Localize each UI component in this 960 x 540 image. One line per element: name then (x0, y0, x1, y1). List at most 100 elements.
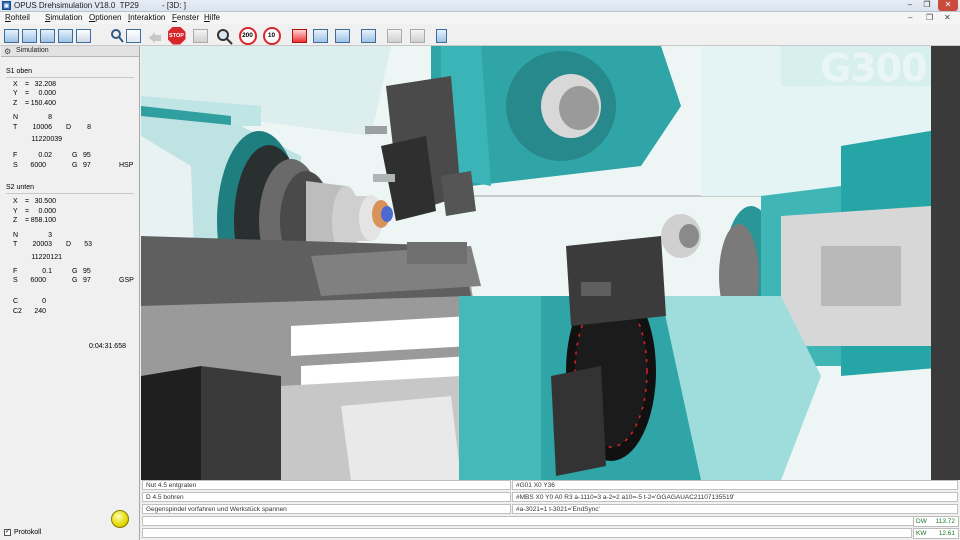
gear-icon: ⚙ (4, 47, 12, 56)
log-nc-code[interactable]: #MBS X0 Y0 A0 R3 a-1110=3 a-2=2 a10=-5 t… (512, 492, 958, 502)
protokoll-checkbox[interactable]: ✓ (4, 529, 11, 536)
s1-d-label: D (66, 124, 72, 131)
close-button[interactable]: ✕ (938, 0, 958, 11)
s1-x-label: X (13, 81, 18, 88)
lower-tool-holder (566, 236, 666, 326)
s2-f-value: 0.1 (42, 268, 52, 275)
speed-200-button[interactable]: 200 (238, 26, 257, 45)
s2-d-value: 53 (84, 241, 92, 248)
s1-y-value: 0.000 (38, 90, 56, 97)
s1-x-value: 32.208 (34, 81, 56, 88)
doc-close-button[interactable]: ✕ (944, 13, 951, 22)
s1-title: S1 oben (6, 68, 33, 75)
turret-alt-icon[interactable] (359, 26, 378, 45)
grid-view-icon[interactable] (2, 26, 21, 45)
zoom-icon[interactable] (214, 26, 233, 45)
doc-restore-button[interactable]: ❐ (926, 13, 933, 22)
s2-y-value: 0.000 (38, 208, 56, 215)
status-lamp-icon[interactable] (111, 510, 129, 528)
s1-s-label: S (13, 162, 18, 169)
s1-t-value: 10006 (32, 124, 52, 131)
s2-c-value: 0 (42, 298, 46, 305)
s2-z-label: Z (13, 217, 18, 224)
s2-g1-label: G (72, 268, 78, 275)
s2-tool-id: 11220121 (31, 254, 62, 261)
s1-s-value: 6000 (30, 162, 46, 169)
menu-simulation[interactable]: Simulation (45, 13, 82, 22)
s1-tool-id: 11220039 (31, 136, 62, 143)
left-panel: ⚙ Simulation S1 oben X = 32.208 Y = 0.00… (0, 46, 140, 540)
log-step-text[interactable]: D 4.5 bohren (142, 492, 511, 502)
s2-t-value: 20003 (32, 241, 52, 248)
s1-y-label: Y (13, 90, 18, 97)
rectangle-view-icon[interactable] (56, 26, 75, 45)
doc-minimize-button[interactable]: – (908, 13, 912, 22)
log-step-text[interactable] (142, 528, 912, 538)
s1-z-value: 150.400 (30, 100, 56, 107)
log-step-text[interactable]: Gegenspindel vorfahren und Werkstück spa… (142, 504, 511, 514)
exit-door-icon[interactable] (432, 26, 451, 45)
stop-button[interactable]: STOP (167, 26, 186, 45)
s1-n-label: N (13, 114, 19, 121)
s1-g2-value: 97 (83, 162, 91, 169)
rewind-icon[interactable] (145, 26, 164, 45)
table-view-icon[interactable] (20, 26, 39, 45)
machine-3d-scene (141, 46, 960, 480)
help-pointer-icon[interactable] (124, 26, 143, 45)
restore-button[interactable]: ❐ (920, 0, 934, 11)
s2-t-label: T (13, 241, 18, 248)
channel-sync-icon[interactable] (290, 26, 309, 45)
menu-rohteil[interactable]: Rohteil (5, 13, 30, 22)
step-icon[interactable] (191, 26, 210, 45)
s2-g1-value: 95 (83, 268, 91, 275)
s2-y-label: Y (13, 208, 18, 215)
log-row (141, 516, 960, 527)
s1-g1-label: G (72, 152, 78, 159)
menu-optionen[interactable]: Optionen (89, 13, 121, 22)
speed-10-button[interactable]: 10 (262, 26, 281, 45)
s2-c2-label: C2 (13, 308, 22, 315)
s2-c-label: C (13, 298, 19, 305)
kw-readout: KW 12.61 (913, 528, 959, 539)
s2-f-label: F (13, 268, 18, 275)
log-step-text[interactable] (142, 516, 958, 526)
tab-simulation[interactable]: ⚙ Simulation (1, 46, 139, 57)
s1-g1-value: 95 (83, 152, 91, 159)
s2-x-label: X (13, 198, 18, 205)
toolbar: STOP 200 10 (0, 24, 960, 46)
s2-s-label: S (13, 277, 18, 284)
menu-fenster[interactable]: Fenster (172, 13, 199, 22)
log-row: Gegenspindel vorfahren und Werkstück spa… (141, 504, 960, 515)
s2-n-value: 3 (48, 232, 52, 239)
dw-readout: DW 113.72 (913, 516, 959, 527)
log-step-text[interactable]: Nut 4.5 entgraten (142, 480, 511, 490)
3d-viewport[interactable]: G300 (141, 46, 960, 480)
minimize-button[interactable]: – (903, 0, 917, 11)
disabled-tool-icon[interactable] (385, 26, 404, 45)
s2-spindle: GSP (119, 277, 134, 284)
log-nc-code[interactable]: #a-3021=1 t-3021='EndSync' (512, 504, 958, 514)
s2-z-value: 858.100 (30, 217, 56, 224)
machine-model-overlay: G300 (820, 46, 928, 90)
divider (6, 77, 134, 78)
s2-c2-value: 240 (34, 308, 46, 315)
s1-g2-label: G (72, 162, 78, 169)
log-nc-code[interactable]: #G01 X0 Y36 (512, 480, 958, 490)
s2-g2-value: 97 (83, 277, 91, 284)
layout-view-icon[interactable] (38, 26, 57, 45)
protokoll-label: Protokoll (14, 529, 42, 536)
disabled-tool-alt-icon[interactable] (408, 26, 427, 45)
title-bar: ▣ OPUS Drehsimulation V18.0 TP29 - [3D: … (0, 0, 960, 12)
simulation-time: 0:04:31.658 (89, 343, 126, 350)
tool-change-icon[interactable] (311, 26, 330, 45)
s1-n-value: 8 (48, 114, 52, 121)
turret-icon[interactable] (333, 26, 352, 45)
s2-x-value: 30.500 (34, 198, 56, 205)
s1-t-label: T (13, 124, 18, 131)
s1-f-value: 0.02 (38, 152, 52, 159)
log-row: D 4.5 bohren #MBS X0 Y0 A0 R3 a-1110=3 a… (141, 492, 960, 503)
arrow-view-icon[interactable] (74, 26, 93, 45)
menu-hilfe[interactable]: Hilfe (204, 13, 220, 22)
menu-interaktion[interactable]: Interaktion (128, 13, 165, 22)
s1-z-label: Z (13, 100, 18, 107)
